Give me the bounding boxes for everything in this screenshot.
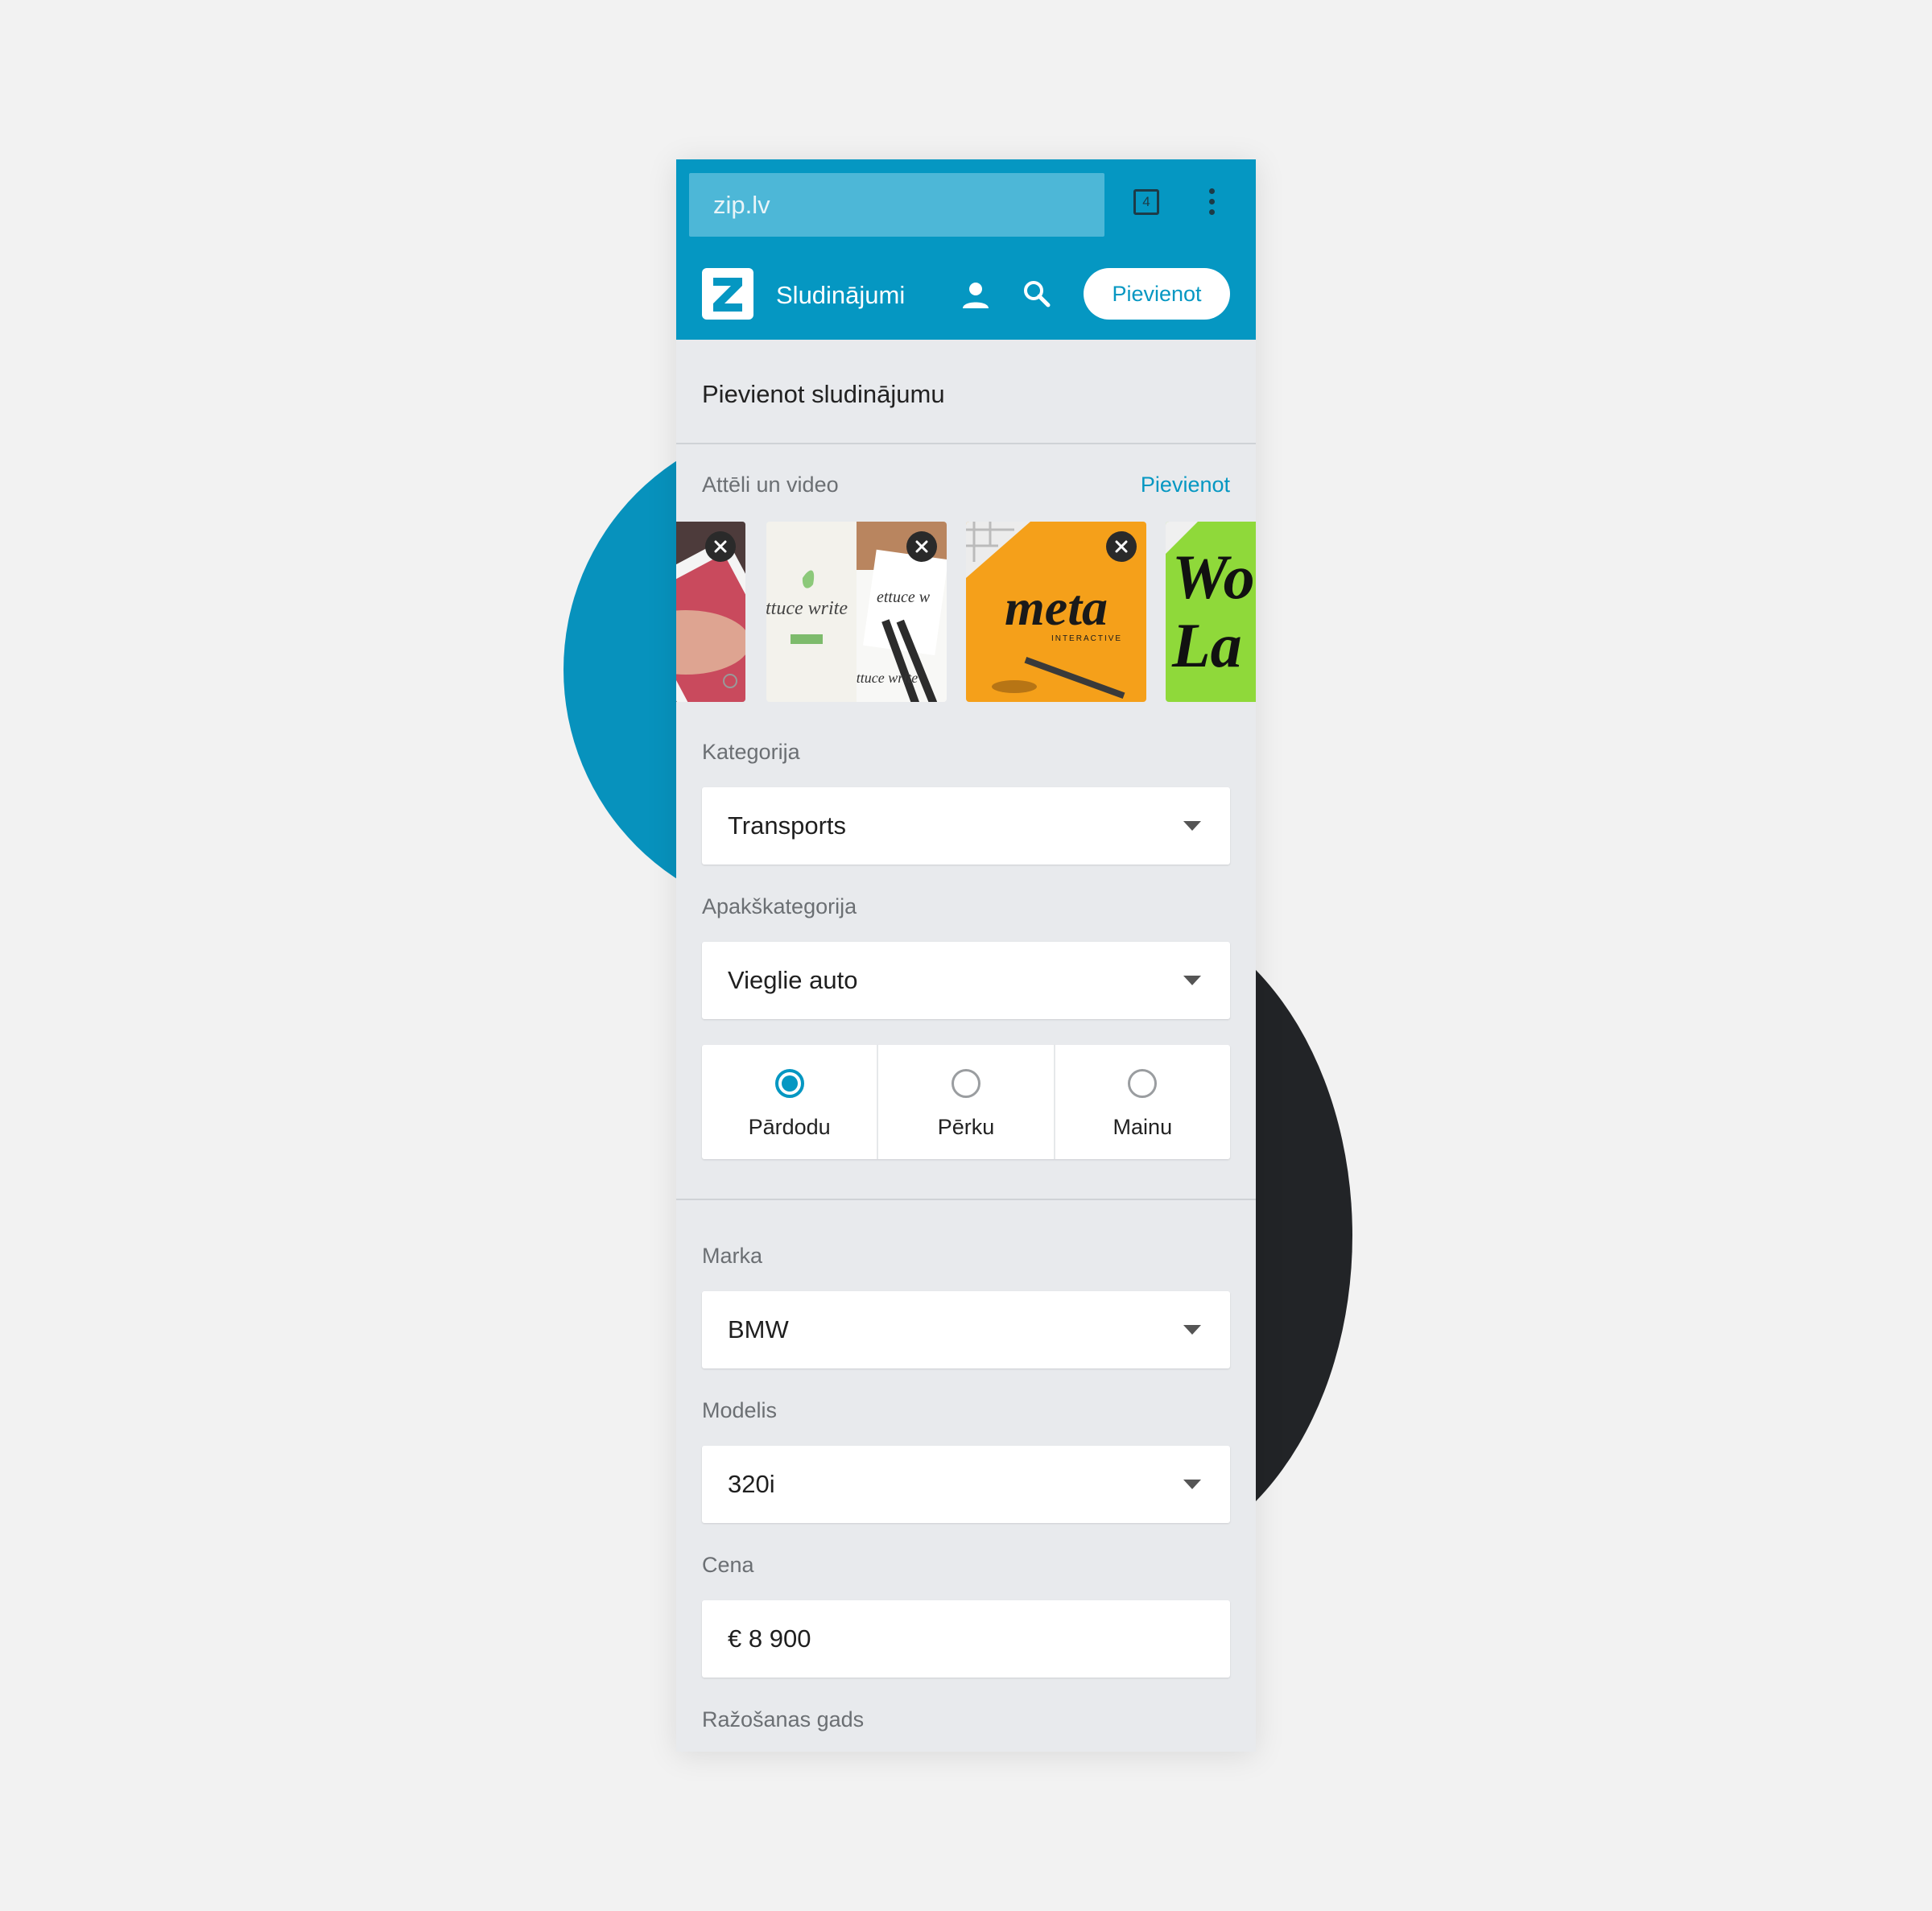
year-label: Ražošanas gads: [702, 1707, 865, 1731]
media-thumbnail[interactable]: [676, 522, 745, 702]
media-thumbnail[interactable]: Wo La: [1166, 522, 1256, 702]
subcategory-value: Vieglie auto: [728, 966, 858, 994]
tab-count: 4: [1142, 194, 1150, 209]
deal-type-radio-group: Pārdodu Pērku Mainu: [702, 1045, 1230, 1159]
chevron-down-icon: [1183, 1325, 1201, 1335]
svg-text:ttuce write: ttuce write: [857, 670, 918, 686]
more-menu-icon[interactable]: [1206, 188, 1217, 217]
brand-value: BMW: [728, 1315, 789, 1343]
svg-text:La: La: [1171, 610, 1242, 680]
radio-option-exchange[interactable]: Mainu: [1055, 1045, 1230, 1159]
close-icon: [1115, 540, 1128, 553]
remove-media-button[interactable]: [705, 531, 736, 562]
user-icon[interactable]: [960, 279, 992, 312]
radio-option-sell[interactable]: Pārdodu: [702, 1045, 879, 1159]
divider: [676, 1199, 1256, 1200]
subcategory-label: Apakškategorija: [702, 894, 857, 918]
radio-option-buy[interactable]: Pērku: [878, 1045, 1055, 1159]
svg-text:meta: meta: [1005, 579, 1108, 636]
radio-label: Pērku: [937, 1115, 995, 1139]
phone-screen: zip.lv 4 Sludinājumi Pievienot Pievienot…: [676, 159, 1256, 1752]
chevron-down-icon: [1183, 1480, 1201, 1489]
media-label: Attēli un video: [702, 473, 839, 497]
radio-unselected-icon: [951, 1069, 980, 1098]
add-listing-button[interactable]: Pievienot: [1084, 268, 1230, 320]
zip-logo[interactable]: [702, 268, 753, 320]
remove-media-button[interactable]: [906, 531, 937, 562]
app-header: Sludinājumi Pievienot: [676, 250, 1256, 340]
svg-text:ettuce w: ettuce w: [877, 588, 931, 606]
category-select[interactable]: Transports: [702, 787, 1230, 865]
svg-text:INTERACTIVE: INTERACTIVE: [1051, 634, 1122, 643]
address-bar[interactable]: zip.lv: [689, 173, 1104, 237]
svg-text:Wo: Wo: [1172, 542, 1255, 612]
add-media-link[interactable]: Pievienot: [1141, 470, 1230, 499]
close-icon: [915, 540, 928, 553]
brand-select[interactable]: BMW: [702, 1291, 1230, 1368]
subcategory-select[interactable]: Vieglie auto: [702, 942, 1230, 1019]
price-value: € 8 900: [728, 1624, 811, 1653]
radio-selected-icon: [774, 1069, 804, 1098]
divider: [676, 443, 1256, 444]
price-input[interactable]: € 8 900: [702, 1600, 1230, 1678]
model-value: 320i: [728, 1470, 775, 1498]
svg-text:ttuce write: ttuce write: [766, 598, 848, 619]
category-value: Transports: [728, 811, 847, 840]
media-thumbnail[interactable]: ttuce write ettuce w ttuce write: [766, 522, 947, 702]
chevron-down-icon: [1183, 821, 1201, 831]
close-icon: [714, 540, 727, 553]
browser-bar: zip.lv 4: [676, 159, 1256, 250]
radio-unselected-icon: [1128, 1069, 1158, 1098]
chevron-down-icon: [1183, 976, 1201, 985]
tabs-button[interactable]: 4: [1133, 189, 1159, 215]
remove-media-button[interactable]: [1106, 531, 1137, 562]
price-label: Cena: [702, 1553, 754, 1577]
model-select[interactable]: 320i: [702, 1446, 1230, 1523]
brand-label: Marka: [702, 1244, 763, 1268]
radio-label: Pārdodu: [748, 1115, 831, 1139]
page-title: Pievienot sludinājumu: [702, 380, 945, 408]
search-icon[interactable]: [1021, 278, 1053, 310]
url-text: zip.lv: [713, 191, 770, 219]
model-label: Modelis: [702, 1398, 778, 1422]
app-title[interactable]: Sludinājumi: [776, 279, 905, 312]
category-label: Kategorija: [702, 740, 800, 764]
media-thumbnail[interactable]: meta INTERACTIVE: [966, 522, 1146, 702]
radio-label: Mainu: [1113, 1115, 1173, 1139]
